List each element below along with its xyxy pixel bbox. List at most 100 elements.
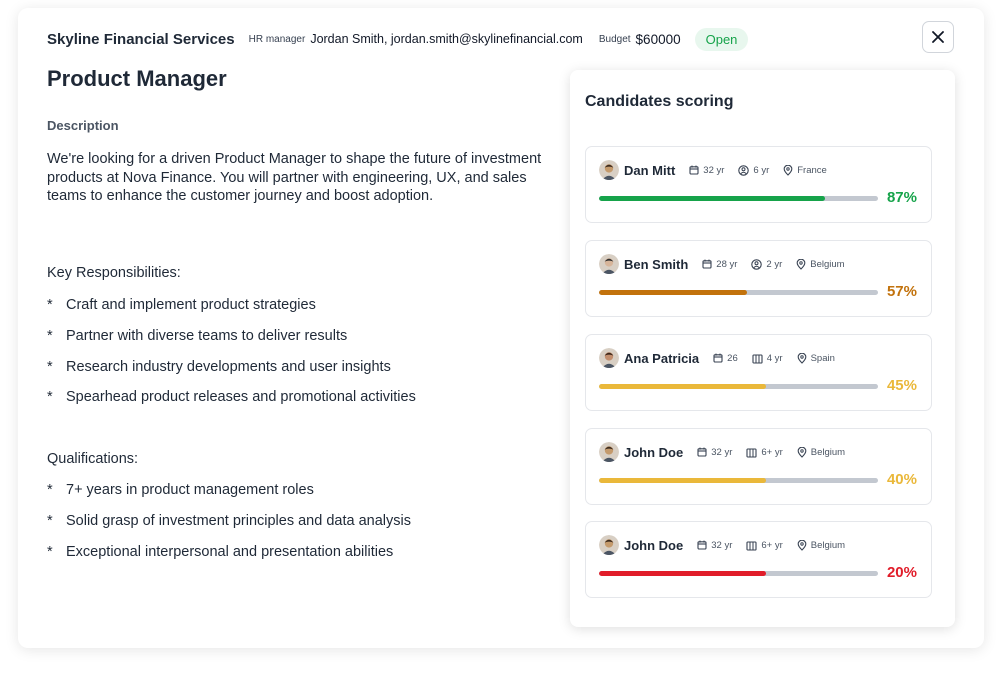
responsibility-item: * Research industry developments and user…	[47, 359, 391, 375]
candidate-location: Belgium	[797, 446, 846, 458]
avatar	[599, 160, 619, 180]
avatar	[599, 348, 619, 368]
avatar	[599, 535, 619, 555]
candidate-age-value: 28 yr	[716, 258, 738, 270]
candidate-location: Belgium	[797, 539, 846, 551]
candidate-card[interactable]: Ben Smith 28 yr 2 yr Belgium 57%	[585, 240, 932, 317]
calendar-icon	[702, 259, 712, 269]
qualification-text: Exceptional interpersonal and presentati…	[66, 544, 394, 560]
candidates-scoring-panel: Candidates scoring Dan Mitt 32 yr 6 yr Fran…	[570, 70, 955, 627]
panel-title: Candidates scoring	[585, 93, 734, 110]
score-percent: 57%	[886, 283, 917, 300]
close-icon	[932, 31, 944, 43]
bullet-marker: *	[47, 544, 53, 560]
candidate-experience: 2 yr	[751, 259, 782, 270]
candidate-experience: 6+ yr	[746, 539, 783, 551]
score-bar-track	[599, 478, 878, 483]
candidate-location-value: Belgium	[810, 539, 846, 551]
candidate-experience-value: 6 yr	[753, 164, 770, 176]
candidate-card[interactable]: Ana Patricia 26 4 yr Spain 45%	[585, 334, 932, 411]
bullet-marker: *	[47, 328, 53, 344]
candidate-age-value: 26	[727, 352, 738, 364]
candidate-age-value: 32 yr	[711, 539, 733, 551]
candidate-card[interactable]: John Doe 32 yr 6+ yr Belgium 20%	[585, 521, 932, 598]
close-button[interactable]	[922, 21, 954, 53]
candidate-name: Ben Smith	[624, 256, 689, 272]
candidate-age: 32 yr	[689, 165, 724, 176]
calendar-icon	[713, 353, 723, 363]
avatar	[599, 442, 619, 462]
candidate-name: Dan Mitt	[624, 162, 676, 178]
qualification-text: 7+ years in product management roles	[66, 482, 314, 498]
candidate-card[interactable]: Dan Mitt 32 yr 6 yr France 87%	[585, 146, 932, 223]
candidate-info: John Doe 32 yr 6+ yr Belgium	[599, 442, 859, 462]
avatar	[599, 254, 619, 274]
bullet-marker: *	[47, 389, 53, 405]
score-percent: 87%	[886, 189, 917, 206]
candidate-name: John Doe	[624, 444, 684, 460]
candidate-experience-value: 6+ yr	[761, 539, 783, 551]
score-bar-fill	[599, 290, 747, 295]
user-circle-icon	[751, 258, 763, 270]
candidate-age-value: 32 yr	[703, 164, 725, 176]
score-bar-track	[599, 571, 878, 576]
candidate-location: Belgium	[796, 258, 845, 270]
qualification-item: * Solid grasp of investment principles an…	[47, 513, 411, 529]
candidate-location: Spain	[797, 352, 835, 364]
responsibility-text: Research industry developments and user …	[66, 359, 391, 375]
score-bar-fill	[599, 196, 825, 201]
job-title: Product Manager	[47, 66, 227, 91]
job-description: We're looking for a driven Product Manag…	[47, 151, 542, 204]
candidate-experience-value: 6+ yr	[761, 446, 783, 458]
score-percent: 40%	[886, 471, 917, 488]
location-pin-icon	[797, 352, 806, 364]
qualification-item: * Exceptional interpersonal and presentat…	[47, 544, 393, 560]
candidate-name: John Doe	[624, 537, 684, 553]
responsibility-item: * Craft and implement product strategies	[47, 297, 316, 313]
candidate-experience: 6+ yr	[746, 446, 783, 458]
budget-label: Budget	[598, 33, 631, 45]
building-icon	[752, 353, 763, 364]
responsibility-item: * Spearhead product releases and promotio…	[47, 389, 416, 405]
candidate-info: Ana Patricia 26 4 yr Spain	[599, 348, 849, 368]
candidate-age: 28 yr	[702, 259, 737, 270]
calendar-icon	[697, 540, 707, 550]
bullet-marker: *	[47, 513, 53, 529]
score-bar-fill	[599, 571, 767, 576]
candidate-experience-value: 2 yr	[766, 258, 783, 270]
description-label: Description	[47, 118, 119, 133]
user-circle-icon	[738, 164, 750, 176]
calendar-icon	[697, 447, 707, 457]
company-name: Skyline Financial Services	[47, 30, 235, 48]
budget-value: $60000	[635, 31, 681, 47]
responsibility-item: * Partner with diverse teams to deliver r…	[47, 328, 347, 344]
responsibility-text: Partner with diverse teams to deliver re…	[66, 328, 348, 344]
score-bar-fill	[599, 384, 767, 389]
location-pin-icon	[797, 539, 807, 551]
responsibilities-heading: Key Responsibilities:	[47, 265, 181, 281]
candidate-location: France	[783, 164, 827, 176]
candidate-age-value: 32 yr	[711, 446, 733, 458]
score-percent: 45%	[886, 377, 917, 394]
status-badge: Open	[694, 27, 749, 51]
candidate-card[interactable]: John Doe 32 yr 6+ yr Belgium 40%	[585, 428, 932, 505]
hr-manager-value: Jordan Smith, jordan.smith@skylinefinanc…	[310, 32, 583, 46]
score-bar-track	[599, 384, 878, 389]
candidate-location-value: Belgium	[810, 446, 846, 458]
candidate-age: 32 yr	[697, 447, 732, 458]
candidate-age: 32 yr	[697, 540, 732, 551]
location-pin-icon	[796, 258, 806, 270]
location-pin-icon	[783, 164, 793, 176]
score-bar-track	[599, 290, 878, 295]
calendar-icon	[689, 165, 699, 175]
candidate-age: 26	[713, 353, 738, 364]
candidate-experience: 4 yr	[752, 353, 783, 364]
bullet-marker: *	[47, 359, 53, 375]
candidate-experience: 6 yr	[738, 165, 769, 176]
qualification-item: * 7+ years in product management roles	[47, 482, 314, 498]
candidate-experience-value: 4 yr	[766, 352, 783, 364]
qualifications-heading: Qualifications:	[47, 451, 139, 467]
hr-manager-label: HR manager	[248, 33, 306, 45]
candidate-info: John Doe 32 yr 6+ yr Belgium	[599, 535, 859, 555]
building-icon	[746, 540, 757, 551]
